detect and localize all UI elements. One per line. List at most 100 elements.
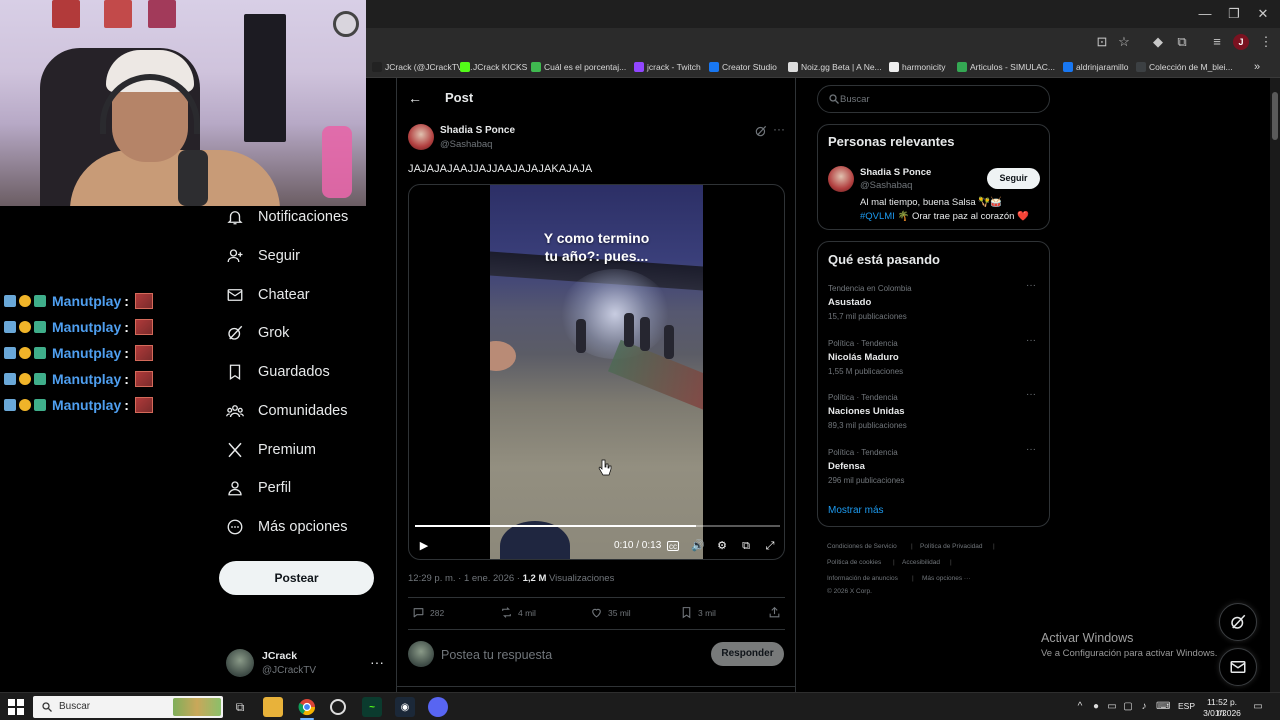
extension-diamond-icon[interactable]: ◆ [1150, 34, 1166, 50]
discord-icon[interactable] [428, 697, 448, 717]
nav-item-notificaciones[interactable]: Notificaciones [226, 205, 348, 229]
keyboard-icon[interactable]: ⌨ [1156, 701, 1170, 713]
footer-cookies[interactable]: Política de cookies [827, 559, 881, 566]
like-stat[interactable]: 35 mil [590, 606, 631, 619]
bookmark-item[interactable]: Cuál es el porcentaj... [531, 59, 626, 75]
nav-item-premium[interactable]: Premium [226, 438, 316, 462]
nav-item-m-s-opciones[interactable]: Más opciones [226, 515, 347, 539]
captions-icon[interactable]: cc [667, 541, 679, 551]
nav-item-comunidades[interactable]: Comunidades [226, 399, 347, 423]
display-icon[interactable]: ▢ [1122, 701, 1134, 713]
search-box[interactable] [817, 85, 1050, 113]
volume-icon[interactable]: 🔊 [691, 539, 705, 553]
close-window-icon[interactable]: ✕ [1248, 4, 1278, 24]
trend-more-icon[interactable]: ··· [1026, 444, 1036, 455]
footer-accessibility[interactable]: Accesibilidad [902, 559, 940, 566]
bookmarks-overflow-icon[interactable]: » [1254, 59, 1260, 75]
task-view-icon[interactable]: ⧉ [230, 697, 250, 717]
messages-fab[interactable] [1219, 648, 1257, 686]
windows-start-icon[interactable] [8, 699, 24, 715]
search-input[interactable] [840, 92, 1040, 106]
video-progress-bar[interactable] [415, 525, 780, 527]
follow-button[interactable]: Seguir [987, 168, 1040, 189]
volume-icon[interactable]: ♪ [1138, 701, 1150, 713]
reply-button[interactable]: Responder [711, 642, 784, 666]
play-icon[interactable]: ▶ [417, 539, 431, 553]
network-icon[interactable]: ▭ [1106, 701, 1118, 713]
trend-more-icon[interactable]: ··· [1026, 389, 1036, 400]
back-arrow-icon[interactable]: ← [408, 90, 422, 106]
post-button[interactable]: Postear [219, 561, 374, 595]
microphone-icon[interactable]: ● [1090, 701, 1102, 713]
trend-name[interactable]: Asustado [828, 297, 871, 308]
chat-username[interactable]: Manutplay [52, 319, 121, 335]
minimize-icon[interactable]: — [1190, 4, 1220, 24]
grok-icon[interactable] [754, 124, 768, 138]
bookmark-item[interactable]: Colección de M_blei... [1136, 59, 1233, 75]
nav-item-seguir[interactable]: Seguir [226, 244, 300, 268]
repost-stat[interactable]: 4 mil [500, 606, 536, 619]
bookmark-item[interactable]: Creator Studio [709, 59, 777, 75]
bookmark-item[interactable]: JCrack KICKS [460, 59, 527, 75]
trend-more-icon[interactable]: ··· [1026, 280, 1036, 291]
footer-more[interactable]: Más opciones ··· [922, 575, 970, 582]
nav-item-chatear[interactable]: Chatear [226, 283, 310, 307]
media-control-icon[interactable]: ≡ [1209, 34, 1225, 50]
more-icon[interactable]: ··· [370, 654, 384, 670]
taskbar-search[interactable]: Buscar [33, 696, 223, 718]
share-stat[interactable] [768, 606, 781, 619]
avatar[interactable] [828, 166, 854, 192]
scrollbar[interactable] [1270, 78, 1280, 692]
reply-stat[interactable]: 282 [412, 606, 444, 619]
bookmark-item[interactable]: Articulos - SIMULAC... [957, 59, 1055, 75]
settings-gear-icon[interactable]: ⚙ [715, 539, 729, 553]
bookmark-item[interactable]: harmonicity [889, 59, 945, 75]
obs-icon[interactable] [330, 699, 346, 715]
show-more-link[interactable]: Mostrar más [828, 505, 884, 516]
chat-username[interactable]: Manutplay [52, 293, 121, 309]
bookmark-item[interactable]: JCrack (@JCrackTV)... [372, 59, 473, 75]
person-handle[interactable]: @Sashabaq [860, 180, 912, 191]
stream-app-icon[interactable]: ~ [362, 697, 382, 717]
pip-icon[interactable]: ⧉ [739, 539, 753, 553]
trend-name[interactable]: Naciones Unidas [828, 406, 905, 417]
nav-item-grok[interactable]: Grok [226, 321, 289, 345]
profile-avatar-icon[interactable]: J [1233, 34, 1249, 50]
bookmark-stat[interactable]: 3 mil [680, 606, 716, 619]
hashtag-link[interactable]: #QVLMI [860, 211, 895, 222]
trend-name[interactable]: Nicolás Maduro [828, 352, 899, 363]
author-avatar[interactable] [408, 124, 434, 150]
nav-item-perfil[interactable]: Perfil [226, 476, 291, 500]
steam-icon[interactable]: ◉ [395, 697, 415, 717]
chat-username[interactable]: Manutplay [52, 371, 121, 387]
menu-dots-icon[interactable]: ⋮ [1258, 34, 1274, 50]
tray-chevron-icon[interactable]: ^ [1074, 701, 1086, 713]
bookmark-item[interactable]: Noiz.gg Beta | A Ne... [788, 59, 882, 75]
account-switcher[interactable]: JCrack @JCrackTV ··· [226, 648, 386, 680]
trend-name[interactable]: Defensa [828, 461, 865, 472]
scrollbar-thumb[interactable] [1272, 92, 1278, 140]
trend-more-icon[interactable]: ··· [1026, 335, 1036, 346]
chrome-icon[interactable] [297, 697, 317, 717]
chat-username[interactable]: Manutplay [52, 345, 121, 361]
footer-privacy[interactable]: Política de Privacidad [920, 543, 983, 550]
grok-fab[interactable] [1219, 603, 1257, 641]
install-app-icon[interactable]: ⊡ [1094, 34, 1110, 50]
restore-icon[interactable]: ❐ [1219, 4, 1249, 24]
language-indicator[interactable]: ESP [1178, 701, 1195, 711]
star-icon[interactable]: ☆ [1116, 34, 1132, 50]
footer-ads[interactable]: Información de anuncios [827, 575, 898, 582]
notification-icon[interactable]: ▭ [1252, 701, 1264, 713]
bookmark-item[interactable]: aldrinjaramillo [1063, 59, 1128, 75]
chat-username[interactable]: Manutplay [52, 397, 121, 413]
post-more-icon[interactable]: ··· [773, 122, 785, 136]
author-name[interactable]: Shadia S Ponce [440, 125, 515, 136]
bookmark-item[interactable]: jcrack - Twitch [634, 59, 701, 75]
nav-item-guardados[interactable]: Guardados [226, 360, 330, 384]
author-handle[interactable]: @Sashabaq [440, 139, 492, 150]
extensions-icon[interactable]: ⧉ [1174, 34, 1190, 50]
footer-terms[interactable]: Condiciones de Servicio [827, 543, 897, 550]
video-player[interactable]: Y como termino tu año?: pues... ▶ 0:10 /… [408, 184, 785, 560]
video-frame[interactable]: Y como termino tu año?: pues... [490, 185, 703, 559]
fullscreen-icon[interactable]: ⤢ [763, 539, 777, 553]
